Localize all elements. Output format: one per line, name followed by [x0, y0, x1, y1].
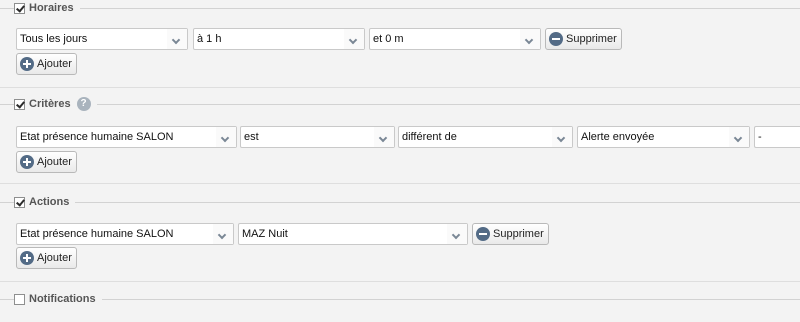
plus-circle-icon: [20, 155, 34, 169]
criteres-section: Critères ? Etat présence humaine SALON e…: [0, 96, 800, 188]
minute-select-value: et 0 m: [373, 33, 404, 45]
criteria-operator-value: est: [244, 131, 259, 143]
action-value-text: MAZ Nuit: [242, 228, 288, 240]
chevron-down-icon: [216, 127, 236, 147]
criteria-device-select[interactable]: Etat présence humaine SALON: [16, 126, 237, 148]
day-select-value: Tous les jours: [20, 33, 88, 45]
hour-select[interactable]: à 1 h: [193, 28, 365, 50]
minus-circle-icon: [476, 227, 490, 241]
actions-section: Actions Etat présence humaine SALON MAZ …: [0, 194, 800, 286]
notifications-legend: Notifications: [14, 292, 102, 306]
hour-select-value: à 1 h: [197, 33, 222, 45]
chevron-down-icon: [552, 127, 572, 147]
criteres-checkbox[interactable]: [14, 98, 25, 110]
chevron-down-icon: [520, 29, 540, 49]
criteria-comparison-select[interactable]: différent de: [398, 126, 573, 148]
actions-label: Actions: [29, 196, 70, 208]
horaires-legend: Horaires: [14, 1, 80, 15]
minute-select[interactable]: et 0 m: [369, 28, 541, 50]
horaires-delete-label: Supprimer: [566, 33, 617, 45]
actions-add-label: Ajouter: [37, 252, 72, 264]
horaires-add-button[interactable]: Ajouter: [16, 53, 77, 75]
chevron-down-icon: [729, 127, 749, 147]
action-value-select[interactable]: MAZ Nuit: [238, 223, 468, 245]
day-select[interactable]: Tous les jours: [16, 28, 188, 50]
actions-legend: Actions: [14, 195, 76, 209]
chevron-down-icon: [447, 224, 467, 244]
chevron-down-icon: [167, 29, 187, 49]
plus-circle-icon: [20, 57, 34, 71]
criteria-comparison-value: différent de: [402, 131, 457, 143]
chevron-down-icon: [374, 127, 394, 147]
action-device-value: Etat présence humaine SALON: [20, 228, 174, 240]
notifications-section: Notifications: [0, 291, 800, 322]
actions-delete-label: Supprimer: [493, 228, 544, 240]
help-icon[interactable]: ?: [76, 97, 91, 111]
criteria-value-select[interactable]: Alerte envoyée: [577, 126, 750, 148]
horaires-section: Horaires Tous les jours à 1 h et 0 m Sup…: [0, 0, 800, 90]
criteria-device-value: Etat présence humaine SALON: [20, 131, 174, 143]
actions-bottom-divider: [0, 281, 800, 282]
criteria-operator-select[interactable]: est: [240, 126, 395, 148]
plus-circle-icon: [20, 251, 34, 265]
horaires-checkbox[interactable]: [14, 2, 25, 14]
criteres-add-label: Ajouter: [37, 156, 72, 168]
horaires-label: Horaires: [29, 2, 74, 14]
criteres-add-button[interactable]: Ajouter: [16, 151, 77, 173]
notifications-checkbox[interactable]: [14, 293, 25, 305]
horaires-add-label: Ajouter: [37, 58, 72, 70]
horaires-divider: [0, 8, 800, 9]
criteres-legend: Critères ?: [14, 97, 97, 111]
criteria-extra-value: -: [758, 131, 762, 143]
horaires-delete-button[interactable]: Supprimer: [545, 28, 622, 50]
horaires-bottom-divider: [0, 87, 800, 88]
criteria-value-text: Alerte envoyée: [581, 131, 655, 143]
notifications-label: Notifications: [29, 293, 96, 305]
notifications-divider: [0, 299, 800, 300]
actions-divider: [0, 202, 800, 203]
criteria-extra-field[interactable]: -: [754, 126, 800, 148]
chevron-down-icon: [344, 29, 364, 49]
criteres-bottom-divider: [0, 183, 800, 184]
actions-delete-button[interactable]: Supprimer: [472, 223, 549, 245]
criteres-label: Critères: [29, 98, 71, 110]
criteres-divider: [0, 104, 800, 105]
actions-add-button[interactable]: Ajouter: [16, 247, 77, 269]
actions-checkbox[interactable]: [14, 196, 25, 208]
minus-circle-icon: [549, 32, 563, 46]
chevron-down-icon: [213, 224, 233, 244]
action-device-select[interactable]: Etat présence humaine SALON: [16, 223, 234, 245]
